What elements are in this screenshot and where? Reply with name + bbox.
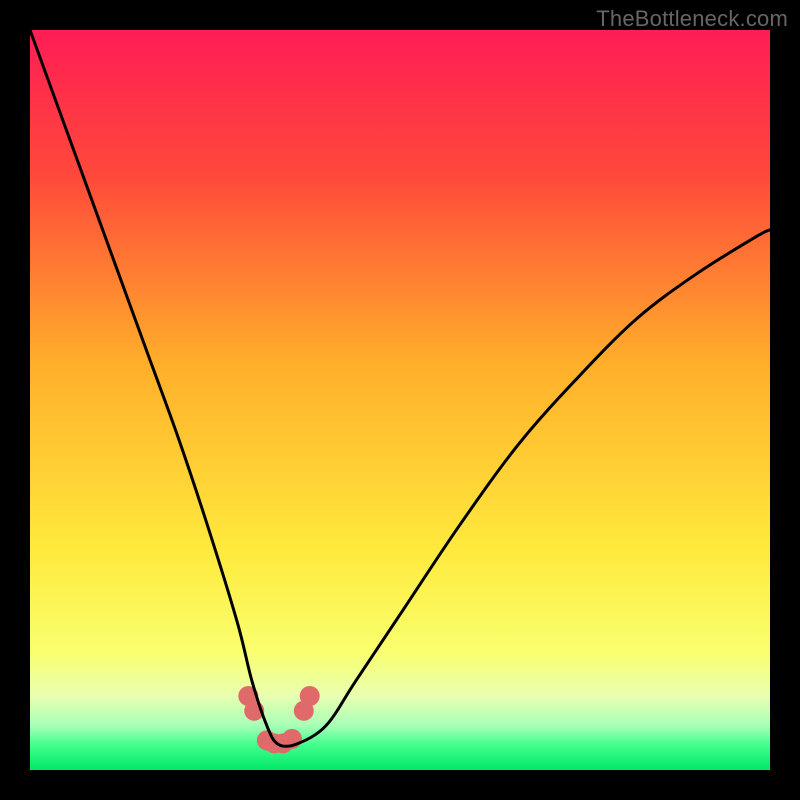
chart-svg xyxy=(30,30,770,770)
plot-area xyxy=(30,30,770,770)
chart-frame: TheBottleneck.com xyxy=(0,0,800,800)
trough-marker xyxy=(300,686,320,706)
gradient-background xyxy=(30,30,770,770)
watermark-text: TheBottleneck.com xyxy=(596,6,788,32)
